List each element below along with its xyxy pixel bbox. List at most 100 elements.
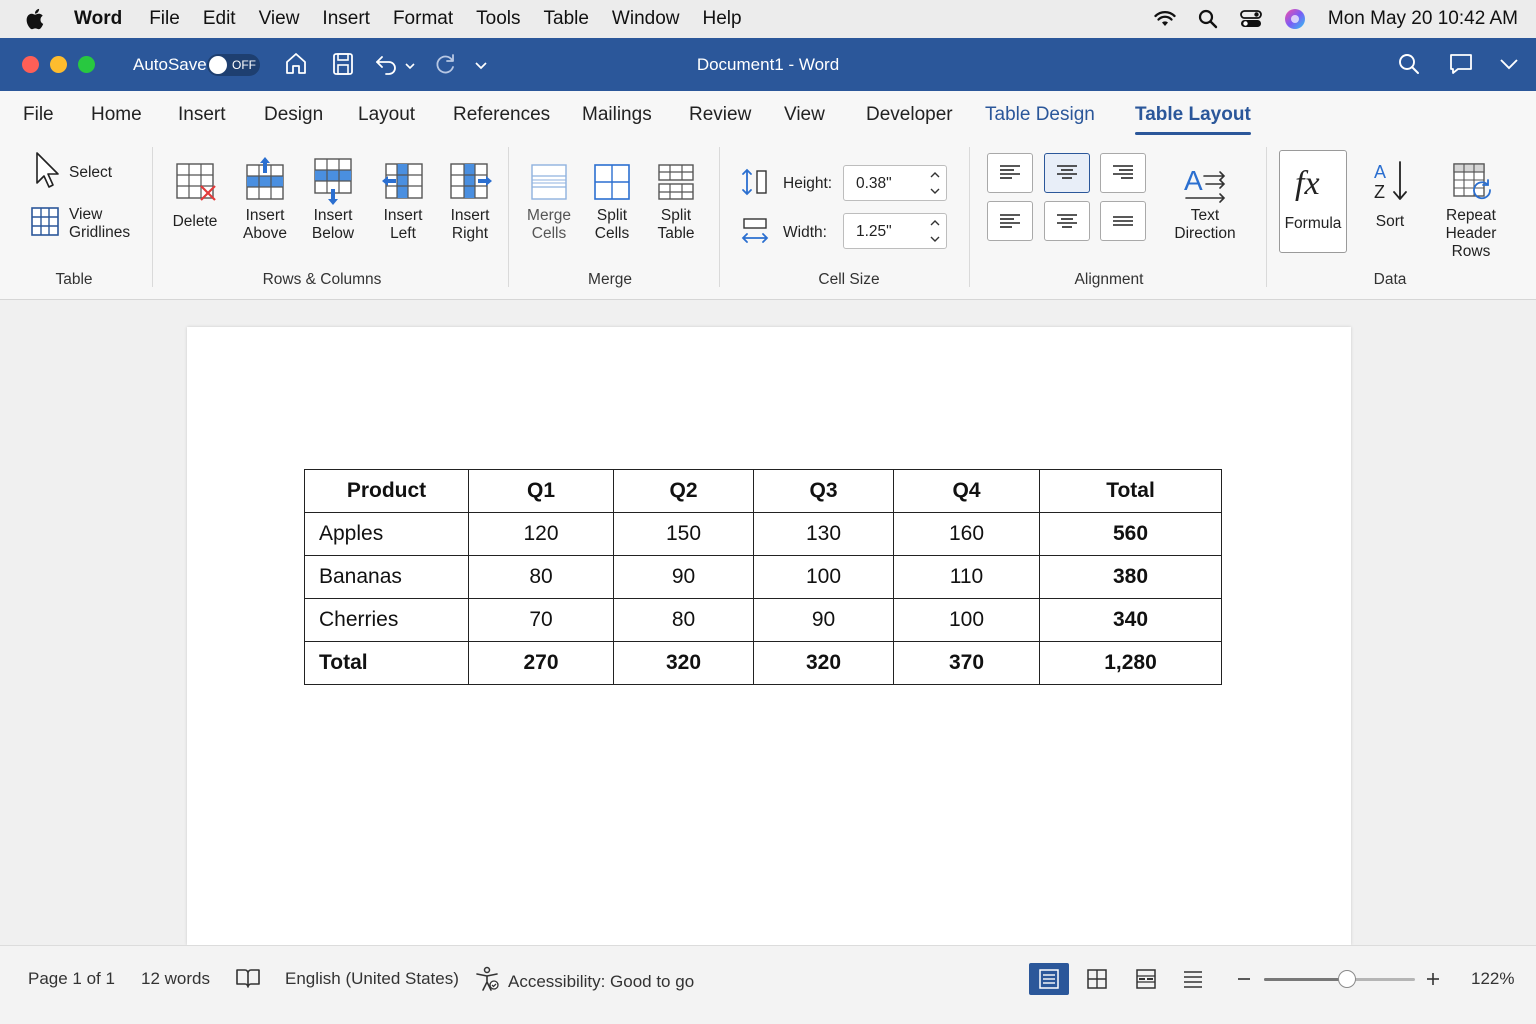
header-cell[interactable]: Total — [1039, 469, 1222, 513]
app-name-menu[interactable]: Word — [74, 8, 122, 30]
zoom-window-button[interactable] — [78, 56, 95, 73]
width-stepper[interactable] — [930, 216, 940, 250]
tab-design[interactable]: Design — [264, 104, 323, 126]
menu-view[interactable]: View — [259, 8, 300, 30]
zoom-in-button[interactable] — [1425, 964, 1441, 994]
tab-view[interactable]: View — [784, 104, 825, 126]
insert-right-button[interactable]: Insert Right — [445, 157, 495, 243]
menu-window[interactable]: Window — [612, 8, 680, 30]
spotlight-search-icon[interactable] — [1198, 9, 1218, 29]
tab-mailings[interactable]: Mailings — [582, 104, 652, 126]
draft-view-button[interactable] — [1173, 963, 1213, 995]
tab-insert[interactable]: Insert — [178, 104, 226, 126]
height-stepper[interactable] — [930, 168, 940, 202]
accessibility-checker[interactable]: Accessibility: Good to go — [474, 966, 694, 997]
menu-edit[interactable]: Edit — [203, 8, 236, 30]
table-cell[interactable]: 90 — [613, 555, 754, 599]
web-layout-view-button[interactable] — [1077, 963, 1117, 995]
header-cell[interactable]: Q4 — [893, 469, 1040, 513]
table-cell[interactable]: Cherries — [304, 598, 469, 642]
align-center-justify-button[interactable] — [1100, 201, 1146, 241]
table-cell[interactable]: 1,280 — [1039, 641, 1222, 685]
table-cell[interactable]: 340 — [1039, 598, 1222, 642]
book-proofing-icon[interactable] — [235, 965, 261, 991]
table-cell[interactable]: 270 — [468, 641, 614, 685]
table-cell[interactable]: 100 — [753, 555, 894, 599]
outline-view-button[interactable] — [1126, 963, 1166, 995]
siri-icon[interactable] — [1284, 8, 1306, 30]
header-cell[interactable]: Q1 — [468, 469, 614, 513]
tab-home[interactable]: Home — [91, 104, 142, 126]
zoom-slider[interactable] — [1264, 970, 1415, 988]
print-layout-view-button[interactable] — [1029, 963, 1069, 995]
wifi-icon[interactable] — [1154, 10, 1176, 28]
tab-layout[interactable]: Layout — [358, 104, 415, 126]
tab-file[interactable]: File — [23, 104, 54, 126]
align-center-button[interactable] — [1044, 201, 1090, 241]
header-cell[interactable]: Q2 — [613, 469, 754, 513]
select-button[interactable]: Select — [34, 151, 112, 194]
menu-format[interactable]: Format — [393, 8, 453, 30]
home-icon[interactable] — [284, 51, 308, 82]
table-cell[interactable]: 120 — [468, 512, 614, 556]
apple-icon[interactable] — [24, 7, 50, 31]
table-cell[interactable]: 130 — [753, 512, 894, 556]
repeat-header-rows-button[interactable]: Repeat Header Rows — [1425, 157, 1517, 261]
table-cell[interactable]: 160 — [893, 512, 1040, 556]
tab-table-design[interactable]: Table Design — [985, 104, 1095, 126]
tab-table-layout[interactable]: Table Layout — [1135, 104, 1251, 135]
table-cell[interactable]: 80 — [613, 598, 754, 642]
table-cell[interactable]: 100 — [893, 598, 1040, 642]
search-icon[interactable] — [1397, 51, 1421, 82]
menu-tools[interactable]: Tools — [476, 8, 520, 30]
insert-below-button[interactable]: Insert Below — [308, 157, 358, 243]
menu-file[interactable]: File — [149, 8, 180, 30]
height-input[interactable]: 0.38" — [843, 165, 947, 201]
zoom-slider-thumb[interactable] — [1338, 970, 1356, 988]
menu-help[interactable]: Help — [703, 8, 742, 30]
autosave-toggle[interactable]: OFF — [207, 54, 260, 76]
ribbon-collapse-chevron-icon[interactable] — [1498, 57, 1520, 76]
insert-left-button[interactable]: Insert Left — [378, 157, 428, 243]
view-gridlines-button[interactable]: View Gridlines — [31, 206, 130, 242]
page-count[interactable]: Page 1 of 1 — [28, 969, 115, 989]
data-table[interactable]: Product Q1 Q2 Q3 Q4 Total Apples 120 150… — [304, 469, 1222, 685]
table-cell[interactable]: 110 — [893, 555, 1040, 599]
header-cell[interactable]: Q3 — [753, 469, 894, 513]
align-top-left-button[interactable] — [987, 153, 1033, 193]
insert-above-button[interactable]: Insert Above — [240, 153, 290, 243]
table-cell[interactable]: 150 — [613, 512, 754, 556]
language-indicator[interactable]: English (United States) — [285, 969, 459, 989]
menu-insert[interactable]: Insert — [322, 8, 370, 30]
table-cell[interactable]: Apples — [304, 512, 469, 556]
zoom-out-button[interactable] — [1236, 964, 1252, 994]
align-center-left-button[interactable] — [987, 201, 1033, 241]
table-cell[interactable]: 380 — [1039, 555, 1222, 599]
menu-clock[interactable]: Mon May 20 10:42 AM — [1328, 8, 1518, 30]
tab-references[interactable]: References — [453, 104, 550, 126]
delete-button[interactable]: Delete — [170, 157, 220, 231]
text-direction-button[interactable]: A Text Direction — [1170, 157, 1240, 243]
save-icon[interactable] — [331, 51, 355, 82]
tab-developer[interactable]: Developer — [866, 104, 953, 126]
customize-toolbar-chevron-icon[interactable] — [474, 58, 488, 76]
split-table-button[interactable]: Split Table — [651, 157, 701, 243]
redo-icon[interactable] — [432, 51, 458, 82]
align-top-right-button[interactable] — [1100, 153, 1146, 193]
menu-table[interactable]: Table — [544, 8, 589, 30]
formula-button[interactable]: fx Formula — [1279, 150, 1347, 253]
table-cell[interactable]: Bananas — [304, 555, 469, 599]
minimize-window-button[interactable] — [50, 56, 67, 73]
table-cell[interactable]: 320 — [753, 641, 894, 685]
comments-icon[interactable] — [1448, 51, 1474, 82]
zoom-percentage[interactable]: 122% — [1471, 969, 1514, 989]
undo-dropdown-chevron-icon[interactable] — [404, 58, 416, 76]
sort-button[interactable]: AZ Sort — [1365, 157, 1415, 231]
undo-icon[interactable] — [374, 51, 400, 82]
word-count[interactable]: 12 words — [141, 969, 210, 989]
table-cell[interactable]: Total — [304, 641, 469, 685]
table-cell[interactable]: 80 — [468, 555, 614, 599]
header-cell[interactable]: Product — [304, 469, 469, 513]
width-input[interactable]: 1.25" — [843, 213, 947, 249]
split-cells-button[interactable]: Split Cells — [587, 157, 637, 243]
